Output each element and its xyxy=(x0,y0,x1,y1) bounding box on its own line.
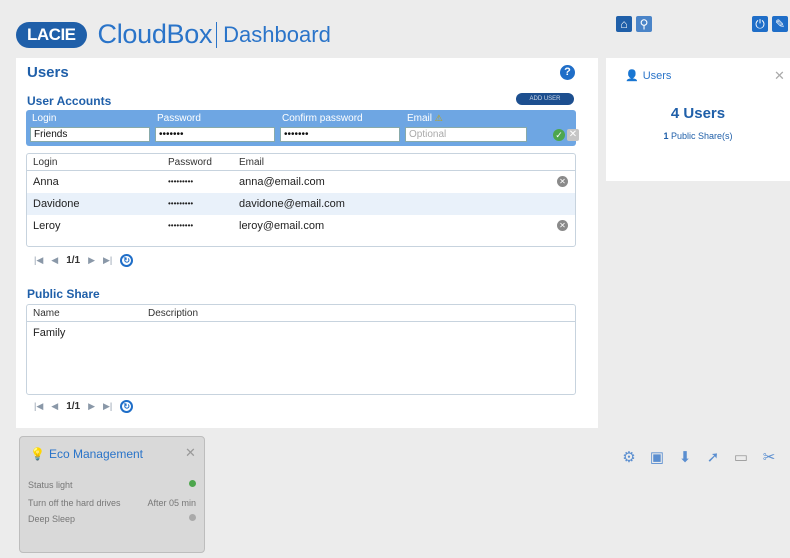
next-page-icon[interactable]: ▶ xyxy=(88,401,95,412)
nav-icons: ⌂ ⚲ xyxy=(616,16,652,32)
page-indicator: 1/1 xyxy=(66,401,81,412)
refresh-icon[interactable]: ↻ xyxy=(120,254,134,267)
public-share-heading: Public Share xyxy=(27,287,100,301)
next-page-icon[interactable]: ▶ xyxy=(88,255,95,266)
edit-icon[interactable]: ✎ xyxy=(772,16,788,32)
prev-page-icon[interactable]: ◀ xyxy=(51,255,58,266)
network-icon[interactable]: ▣ xyxy=(646,447,668,469)
status-light-label: Status light xyxy=(28,480,73,490)
login-label: Login xyxy=(32,113,57,124)
row-email: anna@email.com xyxy=(239,176,325,188)
search-icon[interactable]: ⚲ xyxy=(636,16,652,32)
confirm-password-input[interactable]: ••••••• xyxy=(280,127,400,142)
table-row[interactable]: Leroy ••••••••• leroy@email.com ✕ xyxy=(27,215,575,237)
close-icon[interactable]: ✕ xyxy=(185,445,196,461)
download-icon[interactable]: ⬇ xyxy=(674,447,696,469)
warning-icon: ⚠ xyxy=(434,113,443,123)
first-page-icon[interactable]: |◀ xyxy=(34,401,43,412)
row-email: leroy@email.com xyxy=(239,220,325,232)
tools-icon[interactable]: ✂ xyxy=(758,447,780,469)
deep-sleep-label: Deep Sleep xyxy=(28,514,76,524)
deep-sleep-indicator xyxy=(189,514,196,521)
prev-page-icon[interactable]: ◀ xyxy=(51,401,58,412)
public-shares-count: 1 Public Share(s) xyxy=(663,131,733,141)
users-table: Login Password Email Anna ••••••••• anna… xyxy=(26,153,576,247)
row-password: ••••••••• xyxy=(168,221,194,230)
hard-drive-value: After 05 min xyxy=(147,498,196,508)
power-icon[interactable]: ⏻ xyxy=(752,16,768,32)
user-accounts-heading: User Accounts xyxy=(27,94,112,108)
page-subtitle: Dashboard xyxy=(223,21,331,47)
remove-user-icon[interactable]: ✕ xyxy=(557,220,568,231)
user-icon: 👤 xyxy=(625,70,639,82)
column-password: Password xyxy=(168,157,212,168)
email-label: Email ⚠ xyxy=(407,113,443,124)
public-share-table: Name Description Family xyxy=(26,304,576,395)
email-input[interactable]: Optional xyxy=(405,127,527,142)
column-email: Email xyxy=(239,157,265,168)
table-row[interactable]: Davidone ••••••••• davidone@email.com xyxy=(27,193,575,215)
settings-icon[interactable]: ⚙ xyxy=(618,447,640,469)
row-login: Anna xyxy=(33,176,59,188)
last-page-icon[interactable]: ▶| xyxy=(103,255,112,266)
hard-drive-label: Turn off the hard drives xyxy=(28,498,121,508)
top-right-icons: ⏻ ✎ xyxy=(752,16,788,32)
refresh-icon[interactable]: ↻ xyxy=(120,400,134,413)
row-login: Leroy xyxy=(33,220,61,232)
help-icon[interactable]: ? xyxy=(560,65,575,80)
public-share-header: Name Description xyxy=(27,305,575,322)
share-name: Family xyxy=(33,327,66,339)
users-panel: Users ? User Accounts ADD USER Login Pas… xyxy=(16,58,598,428)
column-description: Description xyxy=(148,308,199,319)
table-row[interactable]: Family xyxy=(27,322,575,344)
close-icon[interactable]: ✕ xyxy=(774,68,785,84)
column-login: Login xyxy=(33,157,58,168)
lacie-logo: LACIE xyxy=(16,21,87,48)
row-login: Davidone xyxy=(33,198,80,210)
table-row[interactable]: Anna ••••••••• anna@email.com ✕ xyxy=(27,171,575,193)
confirm-icon[interactable]: ✓ xyxy=(553,129,565,141)
share-icon[interactable]: ➚ xyxy=(702,447,724,469)
new-user-form: Login Password Confirm password Email ⚠ … xyxy=(26,110,579,146)
users-widget: 👤 Users ✕ 4 Users 1 Public Share(s) xyxy=(606,58,790,181)
brand-name: CloudBox xyxy=(97,19,213,49)
row-password: ••••••••• xyxy=(168,199,194,208)
confirm-password-label: Confirm password xyxy=(282,113,363,124)
remove-user-icon[interactable]: ✕ xyxy=(557,176,568,187)
app-logo: LACIE CloudBox Dashboard xyxy=(16,19,331,50)
users-pager: |◀ ◀ 1/1 ▶ ▶| ↻ xyxy=(34,254,134,267)
first-page-icon[interactable]: |◀ xyxy=(34,255,43,266)
last-page-icon[interactable]: ▶| xyxy=(103,401,112,412)
login-input[interactable]: Friends xyxy=(30,127,150,142)
page-indicator: 1/1 xyxy=(66,255,81,266)
eco-title[interactable]: 💡 Eco Management xyxy=(30,447,143,461)
drive-icon[interactable]: ▭ xyxy=(730,447,752,469)
row-email: davidone@email.com xyxy=(239,198,345,210)
bulb-icon: 💡 xyxy=(30,447,45,461)
status-light-indicator xyxy=(189,480,196,487)
page-title: Users xyxy=(27,64,69,81)
users-table-header: Login Password Email xyxy=(27,154,575,171)
users-count: 4 Users xyxy=(670,105,726,122)
password-input[interactable]: ••••••• xyxy=(155,127,275,142)
cancel-icon[interactable]: ✕ xyxy=(567,129,579,141)
add-user-button[interactable]: ADD USER xyxy=(516,93,574,105)
eco-management-widget: 💡 Eco Management ✕ Status light Turn off … xyxy=(19,436,205,553)
column-name: Name xyxy=(33,308,60,319)
row-password: ••••••••• xyxy=(168,177,194,186)
brand-divider xyxy=(216,21,218,48)
password-label: Password xyxy=(157,113,201,124)
home-icon[interactable]: ⌂ xyxy=(616,16,632,32)
shares-pager: |◀ ◀ 1/1 ▶ ▶| ↻ xyxy=(34,400,134,413)
users-widget-title[interactable]: 👤 Users xyxy=(625,69,671,82)
tool-icons: ⚙ ▣ ⬇ ➚ ▭ ✂ xyxy=(618,447,788,469)
